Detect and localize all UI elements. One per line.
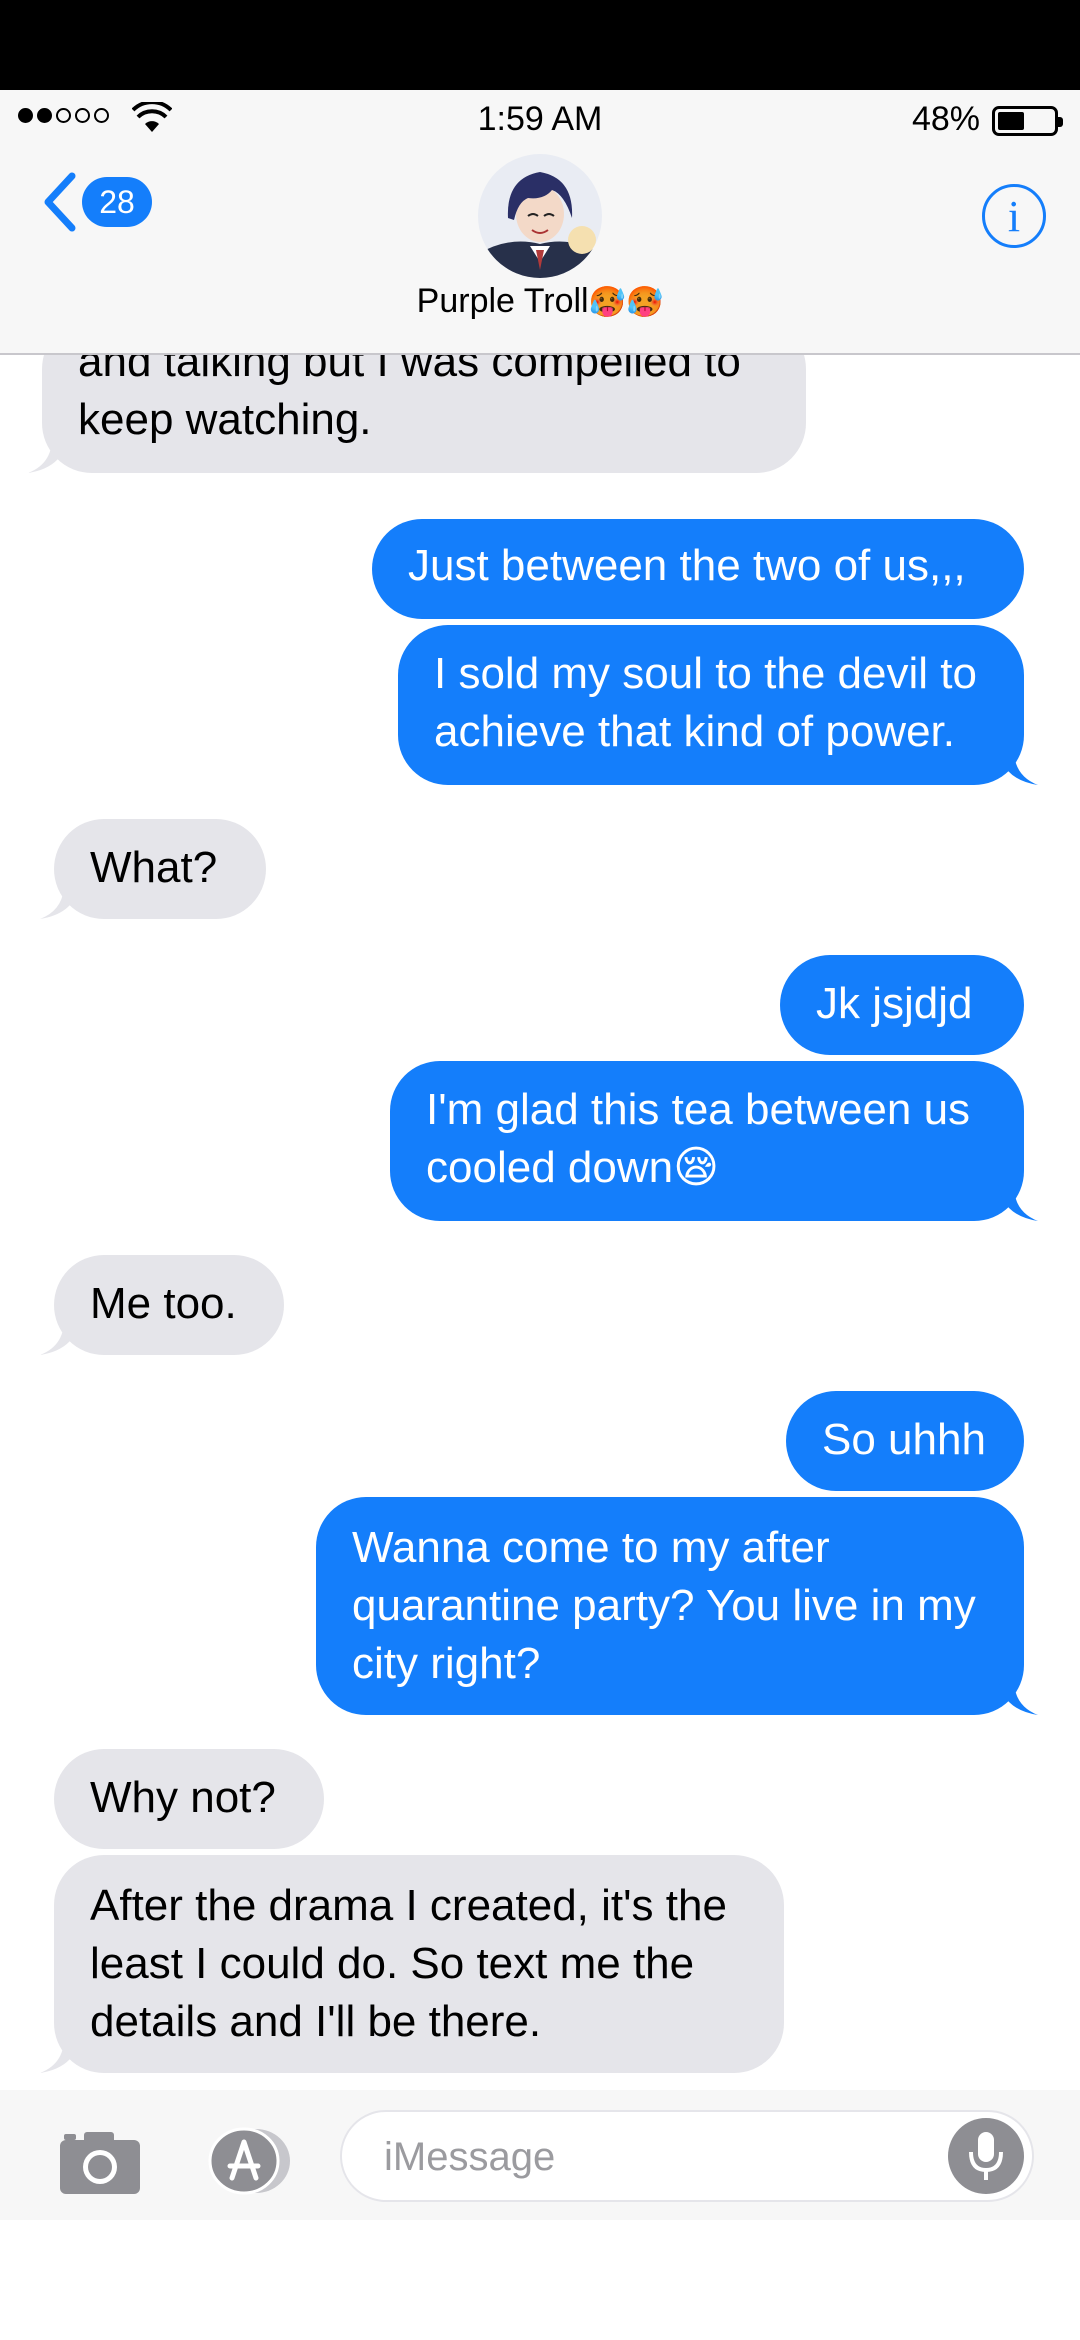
bubble-tail (40, 2033, 80, 2073)
bubble-tail (998, 1675, 1038, 1715)
message-bubble-received[interactable]: What? (40, 819, 266, 919)
message-text: So uhhh (822, 1415, 986, 1464)
message-bubble-received[interactable]: After the drama I created, it's the leas… (40, 1855, 784, 2073)
message-text: Jk jsjdjd (816, 979, 973, 1028)
bubble-tail (998, 1181, 1038, 1221)
app-store-icon[interactable] (196, 2126, 296, 2196)
contact-name-text: Purple Troll (416, 282, 589, 320)
bubble-tail (998, 745, 1038, 785)
back-button[interactable]: 28 (40, 172, 152, 232)
battery-percent: 48% (911, 100, 980, 138)
microphone-icon (969, 2132, 1003, 2180)
message-bubble-sent[interactable]: I'm glad this tea between us cooled down… (390, 1061, 1038, 1221)
battery-icon (992, 106, 1063, 136)
message-text: I sold my soul to the devil to achieve t… (434, 649, 977, 756)
contact-name-emoji: 🥵🥵 (588, 285, 664, 320)
message-thread[interactable]: and talking but I was compelled to keep … (0, 353, 1080, 2090)
bubble-tail (40, 879, 80, 919)
contact-avatar[interactable] (478, 154, 602, 278)
message-bubble-sent[interactable]: So uhhh (786, 1391, 1024, 1491)
bottom-area (0, 2220, 1080, 2340)
message-text: Just between the two of us,,, (408, 541, 966, 590)
top-black-bar (0, 0, 1080, 90)
message-text: What? (90, 843, 218, 892)
unread-count-badge: 28 (82, 177, 152, 227)
microphone-button[interactable] (948, 2118, 1024, 2194)
info-button[interactable]: i (982, 184, 1046, 248)
message-bubble-received[interactable]: Me too. (40, 1255, 284, 1355)
info-icon: i (1007, 191, 1021, 241)
message-bubble-received[interactable]: Why not? (54, 1749, 324, 1849)
contact-name[interactable]: Purple Troll🥵🥵 (0, 282, 1080, 321)
message-bubble-sent[interactable]: Just between the two of us,,, (372, 519, 1024, 619)
chevron-left-icon (44, 172, 76, 232)
message-text: Why not? (90, 1773, 276, 1822)
message-bubble-received[interactable]: and talking but I was compelled to keep … (28, 353, 806, 473)
status-bar: 1:59 AM 48% (0, 90, 1080, 150)
camera-icon[interactable] (58, 2128, 142, 2196)
battery-level-fill (998, 112, 1024, 130)
message-text: and talking but I was compelled to keep … (78, 353, 741, 444)
message-text: Wanna come to my after quarantine party?… (352, 1523, 976, 1688)
avatar-image (478, 154, 602, 278)
message-bubble-sent[interactable]: I sold my soul to the devil to achieve t… (398, 625, 1038, 785)
bubble-tail (40, 1315, 80, 1355)
conversation-header: 1:59 AM 48% 28 Purple Troll🥵🥵 i (0, 90, 1080, 355)
compose-bar (0, 2090, 1080, 2220)
message-input[interactable] (382, 2128, 906, 2186)
message-text: After the drama I created, it's the leas… (90, 1881, 727, 2046)
message-text: I'm glad this tea between us cooled down… (426, 1085, 971, 1192)
message-bubble-sent[interactable]: Jk jsjdjd (780, 955, 1024, 1055)
nav-bar: 28 Purple Troll🥵🥵 i (0, 150, 1080, 353)
message-bubble-sent[interactable]: Wanna come to my after quarantine party?… (316, 1497, 1038, 1715)
message-text: Me too. (90, 1279, 237, 1328)
bubble-tail (28, 433, 68, 473)
imessage-input-field[interactable] (340, 2110, 1034, 2202)
